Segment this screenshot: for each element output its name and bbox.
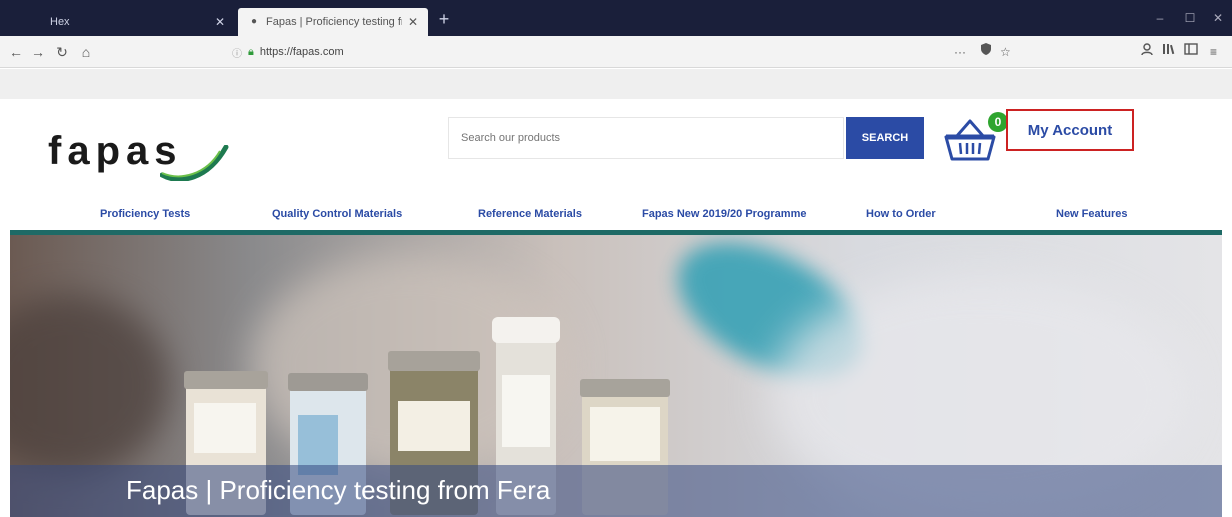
hero-banner: Fapas | Proficiency testing from Fera — [10, 235, 1222, 517]
close-tab-icon[interactable]: ✕ — [215, 15, 225, 29]
browser-tab-bar: Hex ✕ ● Fapas | Proficiency testing fro … — [0, 0, 1232, 36]
browser-tab-fapas[interactable]: ● Fapas | Proficiency testing fro ✕ — [238, 8, 428, 36]
forward-icon[interactable]: → — [28, 42, 48, 62]
nav-fapas-new-programme[interactable]: Fapas New 2019/20 Programme — [642, 208, 806, 220]
nav-reference-materials[interactable]: Reference Materials — [478, 208, 582, 220]
tab-title: Hex — [50, 16, 70, 28]
sidebar-icon[interactable] — [1184, 42, 1198, 62]
basket-count-badge: 0 — [988, 112, 1008, 132]
browser-tab-hex[interactable]: Hex ✕ — [40, 8, 235, 36]
minimize-button[interactable]: – — [1148, 8, 1172, 28]
hero-dark-area — [10, 295, 170, 475]
close-tab-icon[interactable]: ✕ — [408, 15, 418, 29]
lock-icon: 🔒︎ — [248, 45, 254, 58]
back-icon[interactable]: ← — [6, 42, 26, 62]
hero-caption-bar: Fapas | Proficiency testing from Fera — [10, 465, 1222, 517]
maximize-button[interactable]: ☐ — [1178, 8, 1202, 28]
hero-caption: Fapas | Proficiency testing from Fera — [126, 475, 551, 505]
browser-nav-bar: ← → ↻ ⌂ ⓘ 🔒︎ https://fapas.com ··· ☆ ≡ — [0, 36, 1232, 68]
logo-swoosh-icon — [160, 145, 229, 181]
nav-proficiency-tests[interactable]: Proficiency Tests — [100, 208, 190, 220]
fapas-site: fapas SEARCH 0 My Account Proficiency Te… — [10, 99, 1222, 517]
page-top-spacer — [0, 69, 1232, 99]
account-icon[interactable] — [1140, 42, 1154, 62]
fapas-favicon-icon: ● — [250, 16, 258, 27]
search-button[interactable]: SEARCH — [846, 117, 924, 159]
close-window-button[interactable]: ✕ — [1206, 8, 1230, 28]
library-icon[interactable] — [1162, 42, 1176, 62]
new-tab-button[interactable]: + — [434, 9, 454, 29]
home-icon[interactable]: ⌂ — [76, 42, 96, 62]
url-bar[interactable]: ⓘ 🔒︎ https://fapas.com — [228, 41, 1018, 63]
search-input[interactable] — [448, 117, 844, 159]
page-actions-icon[interactable]: ··· — [954, 42, 966, 62]
menu-icon[interactable]: ≡ — [1210, 42, 1217, 62]
my-account-link[interactable]: My Account — [1006, 109, 1134, 151]
nav-how-to-order[interactable]: How to Order — [866, 208, 936, 220]
star-icon[interactable]: ☆ — [1000, 42, 1011, 62]
reload-icon[interactable]: ↻ — [52, 42, 72, 62]
nav-new-features[interactable]: New Features — [1056, 208, 1128, 220]
shield-icon[interactable] — [980, 42, 992, 62]
tab-title: Fapas | Proficiency testing fro — [266, 16, 402, 28]
url-text: https://fapas.com — [259, 46, 344, 58]
main-navigation: Proficiency Tests Quality Control Materi… — [10, 197, 1222, 231]
page-info-icon[interactable]: ⓘ — [232, 45, 242, 60]
nav-quality-control-materials[interactable]: Quality Control Materials — [272, 208, 402, 220]
